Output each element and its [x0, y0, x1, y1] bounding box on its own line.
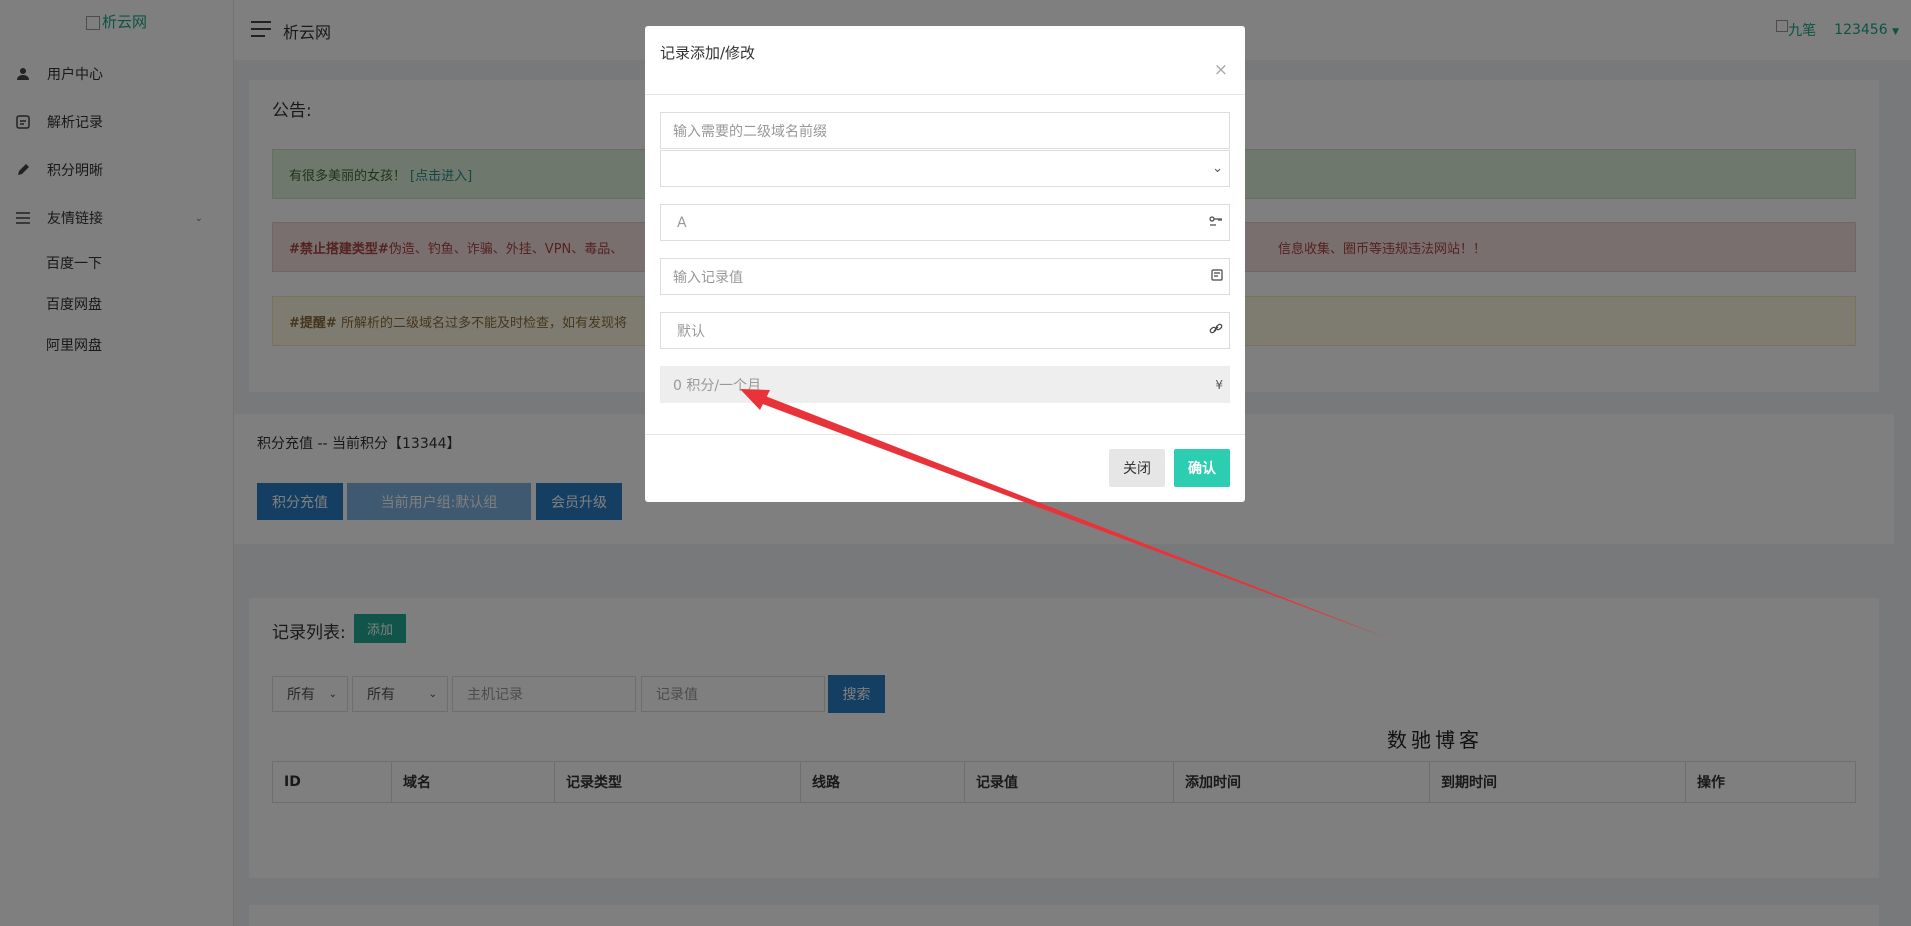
- annotation-arrow: [740, 389, 1395, 641]
- arrow-shaft: [752, 392, 1395, 641]
